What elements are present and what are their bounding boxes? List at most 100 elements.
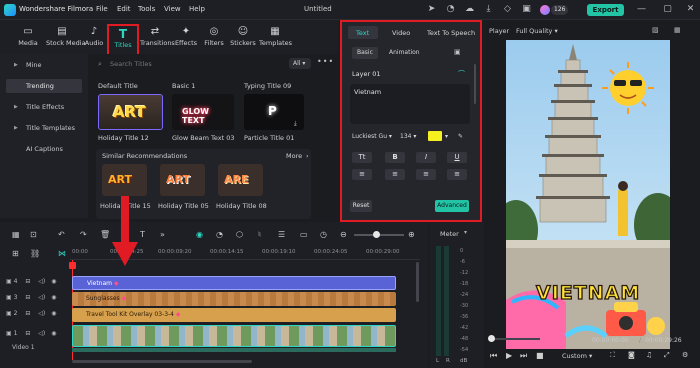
- settings-icon[interactable]: ⚙: [682, 351, 688, 359]
- tab-titles[interactable]: T Titles: [107, 24, 139, 56]
- snapshot-icon[interactable]: ◙: [628, 351, 635, 359]
- snap-icon[interactable]: ◉: [196, 230, 203, 240]
- step-forward-icon[interactable]: ⏭: [520, 351, 527, 361]
- title-clip[interactable]: Vietnam ◆: [72, 276, 396, 290]
- lock-icon[interactable]: ⊟: [25, 310, 30, 317]
- lightbulb-icon[interactable]: ◔: [445, 4, 456, 15]
- italic-button[interactable]: I: [416, 152, 436, 163]
- filter-dropdown[interactable]: All ▾: [289, 58, 311, 69]
- progress-handle[interactable]: [488, 335, 495, 342]
- download-icon[interactable]: ⤓: [294, 120, 297, 128]
- sidebar-item-ai-captions[interactable]: AI Captions: [6, 142, 82, 156]
- eye-icon[interactable]: ◉: [51, 278, 56, 285]
- lock-icon[interactable]: ⊟: [25, 330, 30, 337]
- chevron-down-icon[interactable]: ▾: [445, 132, 448, 142]
- tab-video[interactable]: Video: [392, 29, 410, 37]
- fullscreen-icon[interactable]: ⛶: [610, 351, 615, 360]
- shield-icon[interactable]: ⬡: [236, 230, 243, 240]
- timeline-vertical-scrollbar[interactable]: [416, 262, 419, 302]
- overlay-title-text[interactable]: VIETNAM: [535, 281, 640, 304]
- speaker-icon[interactable]: ◁): [38, 310, 45, 317]
- align-justify-icon[interactable]: ≡: [447, 169, 467, 180]
- font-select[interactable]: Luckiest Gu ▾: [352, 132, 392, 142]
- menu-view[interactable]: View: [164, 5, 181, 13]
- sidebar-item-trending[interactable]: Trending: [6, 79, 82, 93]
- font-size-select[interactable]: 134 ▾: [400, 132, 416, 142]
- more-tools-icon[interactable]: »: [160, 230, 165, 240]
- title-thumbnail[interactable]: ART: [102, 164, 147, 196]
- chevron-down-icon[interactable]: ▾: [464, 229, 467, 236]
- bell-icon[interactable]: ◇: [502, 4, 513, 15]
- grid-icon[interactable]: ▦: [674, 26, 681, 34]
- select-icon[interactable]: ⊡: [30, 230, 37, 240]
- stop-icon[interactable]: ■: [536, 351, 544, 360]
- add-track-icon[interactable]: ⊞: [12, 249, 19, 259]
- reset-button[interactable]: Reset: [350, 200, 372, 212]
- tab-audio[interactable]: ♪ Audio: [82, 24, 106, 52]
- search-input[interactable]: ⌕ Search Titles: [98, 58, 208, 70]
- lock-icon[interactable]: ⊟: [25, 278, 30, 285]
- bold-button[interactable]: B: [385, 152, 405, 163]
- tab-effects[interactable]: ✦ Effects: [172, 24, 200, 52]
- tab-stock-media[interactable]: ▤ Stock Media: [46, 24, 86, 52]
- tab-text-to-speech[interactable]: Text To Speech: [427, 29, 475, 37]
- align-right-icon[interactable]: ≡: [416, 169, 436, 180]
- marker-icon[interactable]: ◔: [216, 230, 223, 240]
- text-tool-icon[interactable]: T: [140, 230, 145, 240]
- panel-scrollbar[interactable]: [474, 64, 476, 104]
- align-left-icon[interactable]: ≡: [352, 169, 372, 180]
- similar-more-link[interactable]: More: [286, 152, 302, 160]
- tab-transitions[interactable]: ⇄ Transitions: [140, 24, 175, 52]
- credits-badge[interactable]: 126: [551, 5, 569, 15]
- eye-icon[interactable]: ◉: [51, 330, 56, 337]
- eyedropper-icon[interactable]: ✎: [458, 132, 463, 142]
- subtab-basic[interactable]: Basic: [352, 47, 378, 59]
- list-icon[interactable]: ☰: [278, 230, 285, 240]
- text-case-button[interactable]: Tt: [352, 152, 372, 163]
- eye-icon[interactable]: ◉: [51, 294, 56, 301]
- redo-icon[interactable]: ↷: [80, 230, 87, 240]
- video-preview[interactable]: VIETNAM: [506, 40, 670, 349]
- send-icon[interactable]: ➤: [426, 4, 437, 15]
- title-thumbnail[interactable]: ARE: [218, 164, 263, 196]
- zoom-select[interactable]: Custom ▾: [562, 352, 592, 360]
- speaker-icon[interactable]: ◁): [38, 278, 45, 285]
- image-icon[interactable]: ▨: [652, 26, 659, 34]
- zoom-in-icon[interactable]: ⊕: [408, 230, 415, 240]
- sidebar-item-title-templates[interactable]: ▶ Title Templates: [6, 121, 82, 135]
- speed-icon[interactable]: ◷: [320, 230, 327, 240]
- tab-filters[interactable]: ◎ Filters: [200, 24, 228, 52]
- sticker-clip[interactable]: Sunglasses ◆: [72, 292, 396, 306]
- speaker-icon[interactable]: ◁): [38, 330, 45, 337]
- zoom-slider-handle[interactable]: [373, 231, 380, 238]
- menu-tools[interactable]: Tools: [138, 5, 155, 13]
- video-clip[interactable]: [72, 325, 396, 347]
- advanced-button[interactable]: Advanced: [435, 200, 469, 212]
- more-options-icon[interactable]: •••: [317, 57, 334, 66]
- chevron-right-icon[interactable]: ›: [306, 152, 309, 160]
- speaker-icon[interactable]: ◁): [38, 294, 45, 301]
- magnet-icon[interactable]: ⋈: [58, 249, 66, 259]
- sidebar-item-mine[interactable]: ▶ Mine: [6, 58, 82, 72]
- save-preset-icon[interactable]: ▣: [454, 48, 461, 56]
- menu-edit[interactable]: Edit: [117, 5, 131, 13]
- cloud-icon[interactable]: ☁: [464, 4, 475, 15]
- eye-icon[interactable]: ◉: [51, 310, 56, 317]
- title-thumbnail[interactable]: ART: [160, 164, 205, 196]
- close-icon[interactable]: ✕: [685, 4, 696, 15]
- text-color-swatch[interactable]: [428, 131, 442, 141]
- maximize-icon[interactable]: ▢: [662, 4, 673, 15]
- quality-select[interactable]: Full Quality ▾: [516, 27, 558, 35]
- lock-icon[interactable]: ⊟: [25, 294, 30, 301]
- play-icon[interactable]: ▶: [506, 351, 512, 360]
- step-back-icon[interactable]: ⏮: [490, 351, 497, 361]
- overlay-clip[interactable]: Travel Tool Kit Overlay 03-3-4 ◆: [72, 308, 396, 322]
- playhead-handle[interactable]: [69, 262, 76, 269]
- tab-templates[interactable]: ▦ Templates: [259, 24, 292, 52]
- download-icon[interactable]: ⤓: [483, 4, 494, 15]
- export-button[interactable]: Export: [587, 4, 624, 16]
- progress-track[interactable]: [490, 338, 540, 340]
- menu-file[interactable]: File: [96, 5, 108, 13]
- menu-help[interactable]: Help: [189, 5, 205, 13]
- link-icon[interactable]: ⛓: [30, 249, 40, 259]
